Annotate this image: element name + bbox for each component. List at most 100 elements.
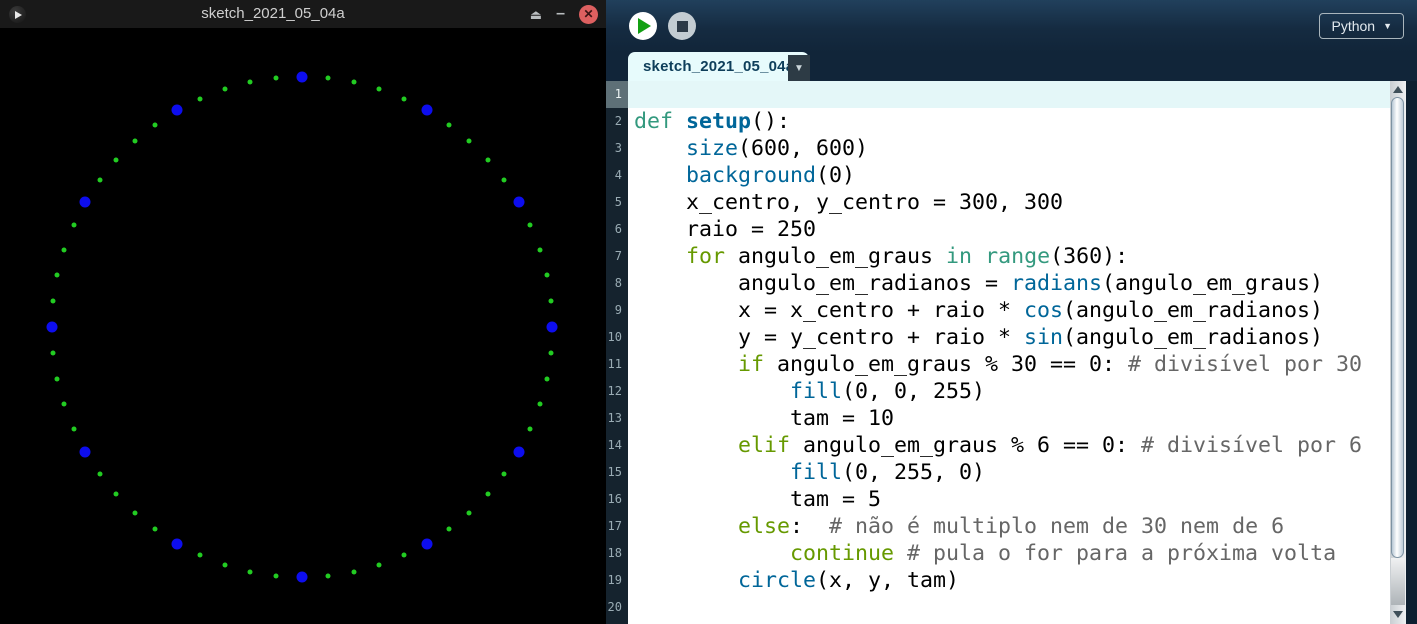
tab-menu-button[interactable]: ▼	[788, 55, 810, 81]
sketch-dot-green	[351, 79, 357, 85]
line-number: 16	[607, 492, 622, 506]
sketch-dot-green	[97, 177, 103, 183]
code-token: angulo_em_graus % 30 == 0:	[764, 352, 1129, 377]
line-number: 1	[606, 81, 628, 108]
code-line[interactable]: circle(x, y, tam)	[628, 567, 1390, 594]
sketch-canvas	[0, 28, 606, 624]
code-line[interactable]: tam = 10	[628, 405, 1390, 432]
line-number: 4	[614, 168, 622, 182]
scroll-up-button[interactable]	[1390, 81, 1406, 97]
code-line[interactable]: x = x_centro + raio * cos(angulo_em_radi…	[628, 297, 1390, 324]
sketch-dot-green	[401, 552, 407, 558]
code-line[interactable]: fill(0, 255, 0)	[628, 459, 1390, 486]
line-number: 14	[607, 438, 622, 452]
maximize-icon[interactable]: ⏏	[530, 8, 542, 21]
code-token: (0, 255, 0)	[842, 460, 986, 485]
sketch-dot-green	[376, 562, 382, 568]
sketch-dot-green	[466, 510, 472, 516]
code-line[interactable]: for angulo_em_graus in range(360):	[628, 243, 1390, 270]
code-line[interactable]: background(0)	[628, 162, 1390, 189]
scrollbar-track[interactable]	[1391, 558, 1405, 605]
code-token: angulo_em_graus % 6 == 0:	[790, 433, 1142, 458]
line-number: 3	[614, 141, 622, 155]
mode-selector-button[interactable]: Python ▼	[1319, 13, 1404, 39]
sketch-dot-green	[376, 86, 382, 92]
code-line[interactable]: fill(0, 0, 255)	[628, 378, 1390, 405]
code-token: cos	[1024, 298, 1064, 323]
scroll-down-button[interactable]	[1390, 606, 1406, 622]
code-token: # divisível por 30	[1128, 352, 1363, 377]
sketch-dot-blue	[513, 446, 524, 458]
close-icon[interactable]: ✕	[579, 4, 598, 24]
tab-sketch[interactable]: sketch_2021_05_04a	[628, 52, 810, 81]
code-line[interactable]: size(600, 600)	[628, 135, 1390, 162]
line-number: 17	[607, 519, 622, 533]
run-button[interactable]	[629, 12, 657, 40]
code-token: fill	[790, 379, 843, 404]
code-line[interactable]: def setup():	[628, 108, 1390, 135]
code-line[interactable]: if angulo_em_graus % 30 == 0: # divisíve…	[628, 351, 1390, 378]
line-number: 5	[614, 195, 622, 209]
sketch-dot-green	[152, 122, 158, 128]
sketch-window-title: sketch_2021_05_04a	[201, 5, 345, 22]
code-token: tam = 5	[634, 487, 882, 512]
code-token: (angulo_em_graus)	[1102, 271, 1324, 296]
code-line[interactable]: raio = 250	[628, 216, 1390, 243]
sketch-dot-blue	[546, 321, 558, 333]
code-line[interactable]: tam = 5	[628, 486, 1390, 513]
line-number: 12	[607, 384, 622, 398]
code-token: (0)	[816, 163, 856, 188]
line-number: 18	[607, 546, 622, 560]
sketch-dot-green	[351, 569, 357, 575]
code-line[interactable]	[628, 594, 1390, 621]
code-token: raio = 250	[634, 217, 817, 242]
sketch-output-window: sketch_2021_05_04a ⏏ – ✕	[0, 0, 606, 624]
code-token: (600, 600)	[738, 136, 869, 161]
sketch-dot-green	[113, 157, 119, 163]
sketch-dot-green	[325, 573, 331, 579]
line-number: 7	[614, 249, 622, 263]
sketch-dot-green	[71, 426, 77, 432]
code-line[interactable]: angulo_em_radianos = radians(angulo_em_g…	[628, 270, 1390, 297]
stop-button[interactable]	[668, 12, 696, 40]
chevron-down-icon: ▼	[1383, 21, 1392, 31]
sketch-dot-green	[50, 350, 56, 356]
minimize-icon[interactable]: –	[556, 6, 565, 22]
sketch-dot-green	[247, 569, 253, 575]
sketch-dot-blue	[296, 571, 308, 583]
sketch-dot-green	[132, 510, 138, 516]
play-icon	[638, 18, 651, 34]
code-token: background	[686, 163, 817, 188]
scrollbar-thumb[interactable]	[1391, 97, 1404, 558]
sketch-dot-green	[97, 471, 103, 477]
code-line[interactable]	[628, 81, 1390, 108]
sketch-dot-green	[401, 96, 407, 102]
sketch-dot-green	[61, 247, 67, 253]
sketch-dot-green	[197, 96, 203, 102]
code-line[interactable]: else: # não é multiplo nem de 30 nem de …	[628, 513, 1390, 540]
code-token: angulo_em_radianos =	[634, 271, 1012, 296]
code-editor: 1 2 3 4 5 6 7 8 9 10 11 12 13 14 15 16 17 18 19 20 def setu…	[606, 81, 1417, 624]
code-token: # divisível por 6	[1141, 433, 1363, 458]
code-area[interactable]: def setup(): size(600, 600) background(0…	[628, 81, 1390, 624]
sketch-dot-blue	[171, 104, 183, 116]
code-token: size	[686, 136, 739, 161]
code-line[interactable]: y = y_centro + raio * sin(angulo_em_radi…	[628, 324, 1390, 351]
sketch-window-titlebar[interactable]: sketch_2021_05_04a ⏏ – ✕	[0, 0, 606, 28]
sketch-dot-green	[548, 298, 554, 304]
code-token: # pula o for para a próxima volta	[907, 541, 1337, 566]
sketch-dot-green	[152, 526, 158, 532]
line-number: 15	[607, 465, 622, 479]
code-line[interactable]: x_centro, y_centro = 300, 300	[628, 189, 1390, 216]
stop-icon	[676, 20, 688, 32]
code-token: in	[946, 244, 973, 269]
code-line[interactable]: elif angulo_em_graus % 6 == 0: # divisív…	[628, 432, 1390, 459]
code-line[interactable]: continue # pula o for para a próxima vol…	[628, 540, 1390, 567]
sketch-dot-green	[466, 138, 472, 144]
sketch-dot-blue	[421, 104, 433, 116]
code-token: # não é multiplo nem de 30 nem de 6	[829, 514, 1285, 539]
